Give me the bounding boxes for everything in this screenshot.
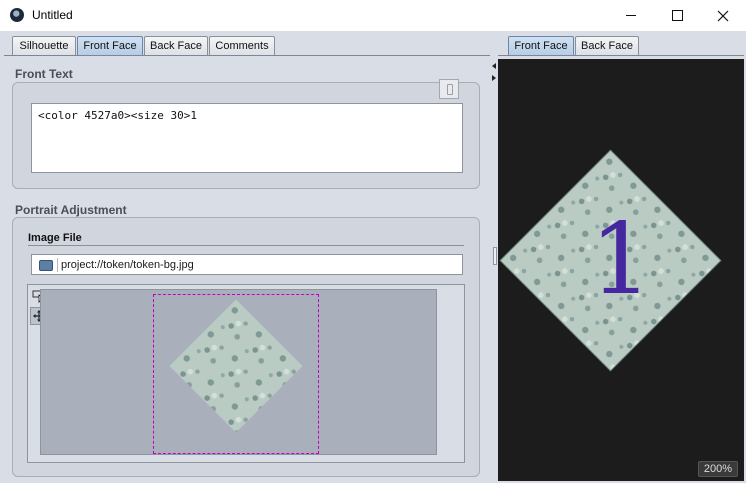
title-bar: Untitled <box>0 0 746 31</box>
portrait-adjustment-title: Portrait Adjustment <box>15 203 127 217</box>
app-icon <box>10 8 24 22</box>
image-file-label: Image File <box>28 232 82 244</box>
image-file-rule <box>28 245 464 246</box>
splitter-grip[interactable] <box>493 247 497 265</box>
front-text-title: Front Text <box>15 67 73 81</box>
token-preview[interactable]: 1 200% <box>498 59 744 481</box>
tab-back-face[interactable]: Back Face <box>144 36 208 55</box>
portrait-canvas[interactable] <box>40 289 437 455</box>
image-path-field[interactable]: project://token/token-bg.jpg <box>31 254 463 275</box>
options-icon <box>447 84 453 95</box>
folder-icon[interactable] <box>39 260 53 271</box>
close-button[interactable] <box>700 0 746 31</box>
front-text-input[interactable]: <color 4527a0><size 30>1 <box>31 103 463 173</box>
preview-tab-divider <box>498 55 744 56</box>
tab-comments[interactable]: Comments <box>209 36 275 55</box>
main-area: Silhouette Front Face Back Face Comments… <box>0 31 746 483</box>
close-icon <box>717 10 729 21</box>
image-path-text: project://token/token-bg.jpg <box>61 259 194 271</box>
portrait-editor <box>27 284 465 463</box>
preview-tab-front-face[interactable]: Front Face <box>508 36 574 55</box>
split-pane-divider[interactable] <box>491 31 497 483</box>
token-number: 1 <box>589 203 653 317</box>
minimize-icon <box>626 15 636 16</box>
zoom-indicator[interactable]: 200% <box>697 461 738 477</box>
front-text-group: <color 4527a0><size 30>1 <box>12 79 480 189</box>
text-options-button[interactable] <box>439 79 459 99</box>
tab-silhouette[interactable]: Silhouette <box>12 36 76 55</box>
portrait-adjustment-group: Image File project://token/token-bg.jpg <box>12 217 480 477</box>
tab-front-face[interactable]: Front Face <box>77 36 143 55</box>
maximize-button[interactable] <box>654 0 700 31</box>
collapse-right-arrow-icon[interactable] <box>492 75 496 81</box>
minimize-button[interactable] <box>608 0 654 31</box>
window-title: Untitled <box>32 8 73 22</box>
collapse-left-arrow-icon[interactable] <box>492 63 496 69</box>
path-divider <box>57 258 58 272</box>
preview-tab-back-face[interactable]: Back Face <box>575 36 639 55</box>
tab-divider <box>4 55 490 56</box>
maximize-icon <box>671 10 683 21</box>
